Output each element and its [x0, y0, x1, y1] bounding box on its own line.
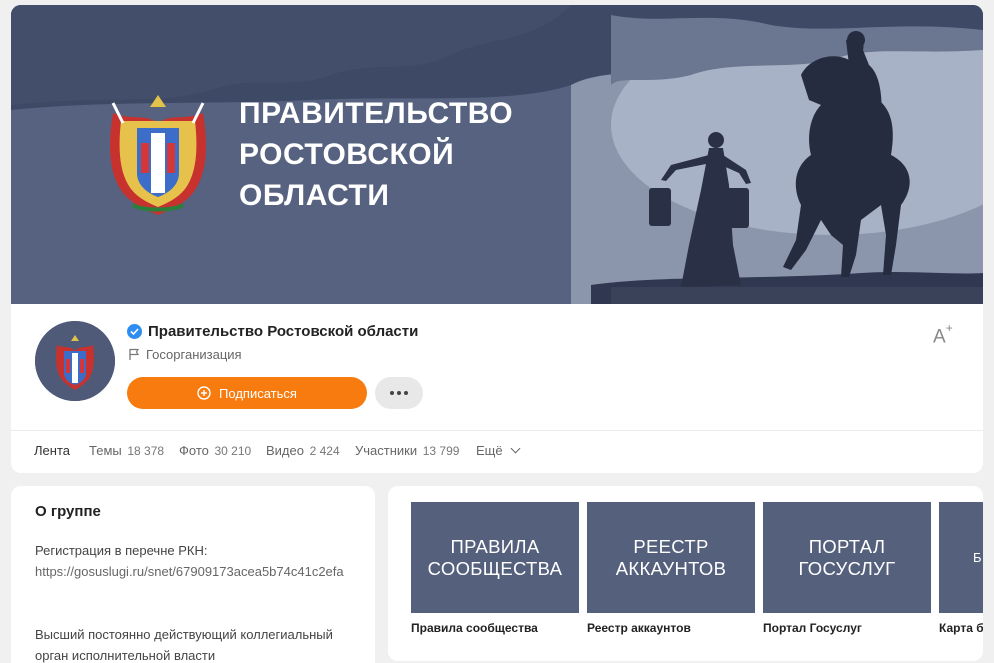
tab-count: 2 424	[309, 444, 340, 458]
link-tile-rules[interactable]: ПРАВИЛА СООБЩЕСТВА	[411, 502, 579, 613]
group-type-row: Госорганизация	[128, 345, 242, 363]
tile-text: ПРАВИЛА СООБЩЕСТВА	[427, 535, 563, 579]
links-card: ПРАВИЛА СООБЩЕСТВА Правила сообщества РЕ…	[388, 486, 983, 661]
cover-title-line: ОБЛАСТИ	[239, 179, 390, 212]
group-avatar[interactable]	[35, 321, 115, 401]
tab-photos[interactable]: Фото 30 210	[179, 443, 251, 469]
tile-text: РЕЕСТР АККАУНТОВ	[615, 535, 727, 579]
tab-count: 18 378	[127, 444, 165, 458]
dot	[397, 391, 401, 395]
registration-label: Регистрация в перечне РКН:	[35, 543, 208, 558]
link-caption-rules[interactable]: Правила сообщества	[411, 621, 538, 635]
registration-link[interactable]: https://gosuslugi.ru/snet/67909173acea5b…	[35, 561, 355, 582]
cover-image: ПРАВИТЕЛЬСТВО РОСТОВСКОЙ ОБЛАСТИ	[11, 5, 983, 304]
plus-circle-icon	[197, 386, 211, 400]
coat-of-arms-icon	[35, 321, 115, 401]
tile-text: ПОРТАЛ ГОСУСЛУГ	[798, 535, 896, 579]
link-tile-map[interactable]: Б	[939, 502, 983, 613]
group-header-card: ПРАВИТЕЛЬСТВО РОСТОВСКОЙ ОБЛАСТИ Правите…	[11, 5, 983, 473]
tile-text: Б	[973, 549, 982, 565]
tab-feed[interactable]: Лента	[34, 443, 70, 469]
subscribe-label: Подписаться	[219, 385, 297, 401]
link-tile-gosuslugi[interactable]: ПОРТАЛ ГОСУСЛУГ	[763, 502, 931, 613]
group-tabs: Лента Темы 18 378 Фото 30 210 Видео 2 42…	[11, 430, 983, 473]
verified-check-icon	[127, 323, 142, 339]
dot	[404, 391, 408, 395]
font-size-icon[interactable]: A+	[933, 321, 957, 347]
tab-count: 13 799	[422, 444, 460, 458]
about-description: Высший постоянно действующий коллегиальн…	[35, 627, 333, 663]
dot	[390, 391, 394, 395]
about-registration: Регистрация в перечне РКН: https://gosus…	[35, 540, 355, 582]
tab-videos[interactable]: Видео 2 424	[266, 443, 340, 469]
tab-members[interactable]: Участники 13 799	[355, 443, 459, 469]
cover-title-line: ПРАВИТЕЛЬСТВО	[239, 97, 514, 130]
about-title: О группе	[35, 503, 101, 520]
group-type: Госорганизация	[146, 346, 242, 362]
chevron-down-icon	[510, 443, 521, 454]
tab-label: Темы	[89, 443, 122, 458]
more-options-button[interactable]	[375, 377, 423, 409]
tab-label: Ещё	[476, 443, 503, 458]
tab-topics[interactable]: Темы 18 378	[89, 443, 164, 469]
about-card: О группе Регистрация в перечне РКН: http…	[11, 486, 375, 663]
link-tile-registry[interactable]: РЕЕСТР АККАУНТОВ	[587, 502, 755, 613]
group-info: Правительство Ростовской области Госорга…	[11, 304, 983, 430]
group-name-row: Правительство Ростовской области	[127, 321, 418, 341]
tab-label: Видео	[266, 443, 304, 458]
tab-label: Участники	[355, 443, 418, 458]
tab-count: 30 210	[214, 444, 252, 458]
tab-label: Лента	[34, 443, 70, 458]
flag-icon	[129, 348, 140, 360]
cover-title: ПРАВИТЕЛЬСТВО РОСТОВСКОЙ ОБЛАСТИ	[239, 93, 513, 216]
link-caption-gosuslugi[interactable]: Портал Госуслуг	[763, 621, 862, 635]
subscribe-button[interactable]: Подписаться	[127, 377, 367, 409]
cover-title-line: РОСТОВСКОЙ	[239, 138, 455, 171]
link-caption-registry[interactable]: Реестр аккаунтов	[587, 621, 691, 635]
coat-of-arms-icon	[110, 95, 206, 215]
tab-more[interactable]: Ещё	[476, 443, 521, 469]
link-caption-map[interactable]: Карта б	[939, 621, 983, 635]
tab-label: Фото	[179, 443, 209, 458]
group-name[interactable]: Правительство Ростовской области	[148, 323, 418, 340]
